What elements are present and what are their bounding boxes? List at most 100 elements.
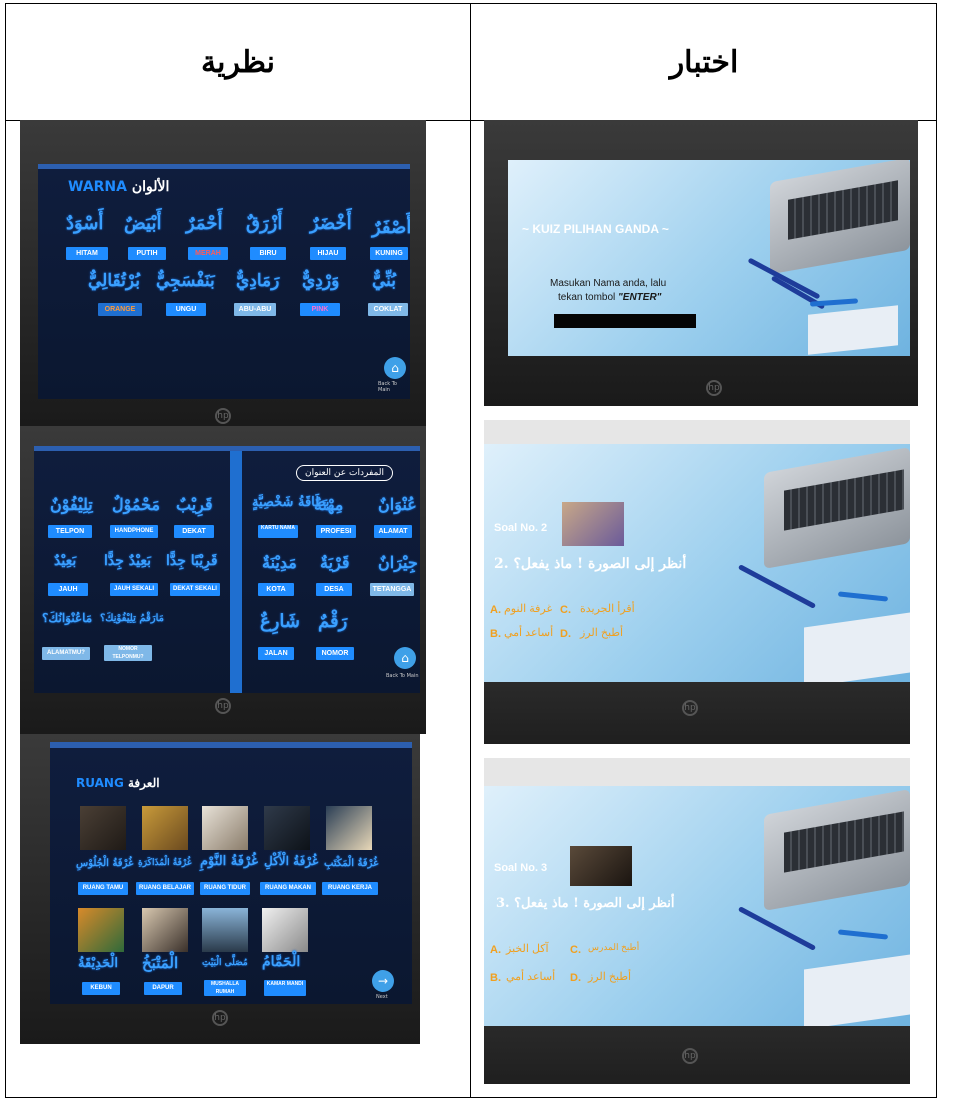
- option-b-letter[interactable]: B.: [490, 628, 501, 640]
- option-c-text[interactable]: أقرأ الجريدة: [580, 602, 635, 615]
- color-label[interactable]: UNGU: [166, 303, 206, 316]
- vocab-label[interactable]: TETANGGA: [370, 583, 414, 596]
- photo-quiz-question-2: Soal No. 2 أنظر إلى الصورة ! ماذ يفعل؟ .…: [484, 420, 910, 744]
- question-text: أنظر إلى الصورة ! ماذ يفعل؟ .2: [494, 556, 687, 572]
- color-word: بُنِّيٌّ: [372, 271, 397, 291]
- enter-key-label: "ENTER": [618, 292, 662, 303]
- color-word: أَسْوَدٌ: [66, 213, 104, 234]
- vocab-label[interactable]: DESA: [316, 583, 352, 596]
- room-label[interactable]: RUANG BELAJAR: [136, 882, 194, 895]
- room-image: [80, 806, 126, 850]
- photo-rooms-lesson: RUANG العرفة غُرْفَةُ الْجُلُوْسِ غُرْفَ…: [20, 734, 420, 1044]
- option-c-letter[interactable]: C.: [570, 944, 581, 956]
- room-label[interactable]: RUANG TIDUR: [200, 882, 250, 895]
- vocab-word: بَعِيْدٌ جِدًّا: [104, 553, 151, 569]
- column-divider: [470, 4, 471, 1097]
- color-label[interactable]: HIJAU: [310, 247, 346, 260]
- color-word: أَصْفَرٌ: [372, 217, 410, 238]
- quiz-title: ~ KUIZ PILIHAN GANDA ~: [522, 222, 669, 236]
- vocab-word: عُنْوَانٌ: [378, 495, 417, 514]
- vocab-word: بِطَاقَةُ شَخْصِيَّةٍ: [252, 495, 330, 510]
- vocab-label[interactable]: ALAMAT: [374, 525, 412, 538]
- hp-logo-icon: hp: [706, 380, 722, 396]
- hp-logo-icon: hp: [215, 698, 231, 714]
- hp-logo-icon: hp: [682, 1048, 698, 1064]
- room-label[interactable]: DAPUR: [144, 982, 182, 995]
- color-word: بُرْتُقَالِيٌّ: [88, 271, 140, 291]
- vocab-label[interactable]: JALAN: [258, 647, 294, 660]
- photo-quiz-start: ~ KUIZ PILIHAN GANDA ~ Masukan Nama anda…: [484, 120, 918, 406]
- room-label[interactable]: RUANG TAMU: [78, 882, 128, 895]
- room-label[interactable]: KEBUN: [82, 982, 120, 995]
- vocab-heading: المفردات عن العنوان: [296, 465, 393, 481]
- question-number: Soal No. 3: [494, 862, 548, 874]
- room-image: [326, 806, 372, 850]
- room-label[interactable]: MUSHALLA RUMAH: [204, 980, 246, 996]
- room-image: [262, 908, 308, 952]
- color-label[interactable]: KUNING: [370, 247, 408, 260]
- color-label[interactable]: ORANGE: [98, 303, 142, 316]
- color-label[interactable]: COKLAT: [368, 303, 408, 316]
- vocab-word: قَرْيَةٌ: [320, 553, 350, 572]
- color-word: رَمَادِيٌّ: [236, 271, 280, 291]
- color-label[interactable]: ABU-ABU: [234, 303, 276, 316]
- question-number: Soal No. 2: [494, 522, 548, 534]
- color-word: أَخْضَرٌ: [310, 213, 352, 234]
- vocab-label[interactable]: TELPON: [48, 525, 92, 538]
- vocab-label[interactable]: KOTA: [258, 583, 294, 596]
- option-b-text[interactable]: أساعد أمي: [506, 970, 555, 983]
- vocab-label[interactable]: DEKAT SEKALI: [170, 583, 220, 596]
- option-d-letter[interactable]: D.: [570, 972, 581, 984]
- color-word: وَرْدِيٌّ: [302, 271, 340, 291]
- color-label[interactable]: PINK: [300, 303, 340, 316]
- hp-logo-icon: hp: [215, 408, 231, 424]
- vocab-word: مَارَقْمُ تِلِيْفُوْنِكَ؟: [100, 613, 165, 624]
- vocab-label[interactable]: DEKAT: [174, 525, 214, 538]
- vocab-label[interactable]: ALAMATMU?: [42, 647, 90, 660]
- room-word: الْحَمَّامُ: [262, 954, 301, 970]
- vocab-label[interactable]: NOMOR TELPONMU?: [104, 645, 152, 661]
- option-d-text[interactable]: أطبخ الرز: [580, 626, 623, 639]
- vocab-word: جِيْرَانٌ: [378, 553, 418, 572]
- color-label[interactable]: HITAM: [66, 247, 108, 260]
- room-label[interactable]: RUANG MAKAN: [260, 882, 316, 895]
- option-a-text[interactable]: غرفة النوم: [504, 602, 552, 615]
- option-a-letter[interactable]: A.: [490, 944, 501, 956]
- quiz-instruction-line2: tekan tombol: [558, 292, 619, 303]
- color-word: أَبْيَضٌ: [124, 213, 162, 234]
- vocab-label[interactable]: PROFESI: [316, 525, 356, 538]
- vocab-label[interactable]: HANDPHONE: [110, 525, 158, 538]
- color-label[interactable]: BIRU: [250, 247, 286, 260]
- option-c-letter[interactable]: C.: [560, 604, 571, 616]
- home-icon[interactable]: ⌂: [394, 647, 416, 669]
- vocab-word: رَقْمٌ: [318, 611, 348, 632]
- quiz-instruction-line1: Masukan Nama anda, lalu: [550, 278, 667, 289]
- next-arrow-icon[interactable]: →: [372, 970, 394, 992]
- option-a-text[interactable]: آكل الخبز: [506, 942, 549, 955]
- vocab-label[interactable]: KARTU NAMA: [258, 525, 298, 538]
- name-input[interactable]: [554, 314, 696, 328]
- vocab-label[interactable]: NOMOR: [316, 647, 354, 660]
- vocab-label[interactable]: JAUH: [48, 583, 88, 596]
- back-to-main-label: Back To Main: [378, 381, 397, 393]
- option-c-text[interactable]: أطبخ المدرس: [588, 942, 639, 953]
- option-d-text[interactable]: أطبخ الرز: [588, 970, 631, 983]
- room-label[interactable]: KAMAR MANDI: [264, 980, 306, 996]
- hp-logo-icon: hp: [212, 1010, 228, 1026]
- room-label[interactable]: RUANG KERJA: [322, 882, 378, 895]
- option-a-letter[interactable]: A.: [490, 604, 501, 616]
- color-label[interactable]: PUTIH: [128, 247, 166, 260]
- room-word: غُرْفَةُ الْجُلُوْسِ: [76, 858, 134, 869]
- color-label[interactable]: MERAH: [188, 247, 228, 260]
- option-d-letter[interactable]: D.: [560, 628, 571, 640]
- vocab-label[interactable]: JAUH SEKALI: [110, 583, 158, 596]
- option-b-letter[interactable]: B.: [490, 972, 501, 984]
- vocab-word: مَاعُنْوَانُكَ؟: [42, 611, 93, 625]
- room-image: [78, 908, 124, 952]
- home-icon[interactable]: ⌂: [384, 357, 406, 379]
- vocab-word: قَرِيْبٌ: [176, 495, 213, 514]
- header-test: اختبار: [669, 44, 739, 80]
- room-image: [142, 806, 188, 850]
- option-b-text[interactable]: أساعد أمي: [504, 626, 553, 639]
- next-label: Next: [376, 994, 388, 1000]
